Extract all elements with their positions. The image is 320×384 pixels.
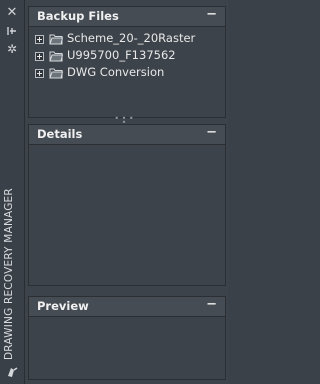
tree-node-label: Scheme_20-_20Raster [67,31,196,45]
expand-icon[interactable] [35,69,44,78]
backup-files-header[interactable]: Backup Files − [29,7,225,27]
tree-node-label: DWG Conversion [67,65,165,79]
app-icon[interactable] [5,364,19,378]
pane-title: Backup Files [37,9,119,23]
folder-icon [49,34,63,45]
tree-node-label: U995700_F137562 [67,48,176,62]
details-header[interactable]: Details − [29,125,225,145]
collapse-icon[interactable]: − [206,297,217,312]
folder-icon [49,51,63,62]
preview-header[interactable]: Preview − [29,297,225,317]
expand-icon[interactable] [35,52,44,61]
collapse-icon[interactable]: − [206,125,217,140]
splitter-grip[interactable]: • • • • [114,115,134,127]
collapse-icon[interactable]: − [206,7,217,22]
close-icon[interactable]: ✕ [4,6,20,20]
preview-pane: Preview − [28,296,226,380]
auto-hide-icon[interactable] [4,25,20,39]
pane-title: Preview [37,299,89,313]
pane-title: Details [37,127,83,141]
details-pane: Details − [28,124,226,286]
properties-icon[interactable]: ✲ [4,42,20,56]
expand-icon[interactable] [35,35,44,44]
palette-vertical-title: DRAWING RECOVERY MANAGER [3,188,15,360]
palette-title-strip[interactable]: ✕ ✲ DRAWING RECOVERY MANAGER [0,0,25,384]
backup-files-pane: Backup Files − Scheme_20-_20Raster U9957… [28,6,226,118]
folder-icon [49,68,63,79]
drawing-recovery-manager-palette: ✕ ✲ DRAWING RECOVERY MANAGER Backup File… [0,0,228,384]
